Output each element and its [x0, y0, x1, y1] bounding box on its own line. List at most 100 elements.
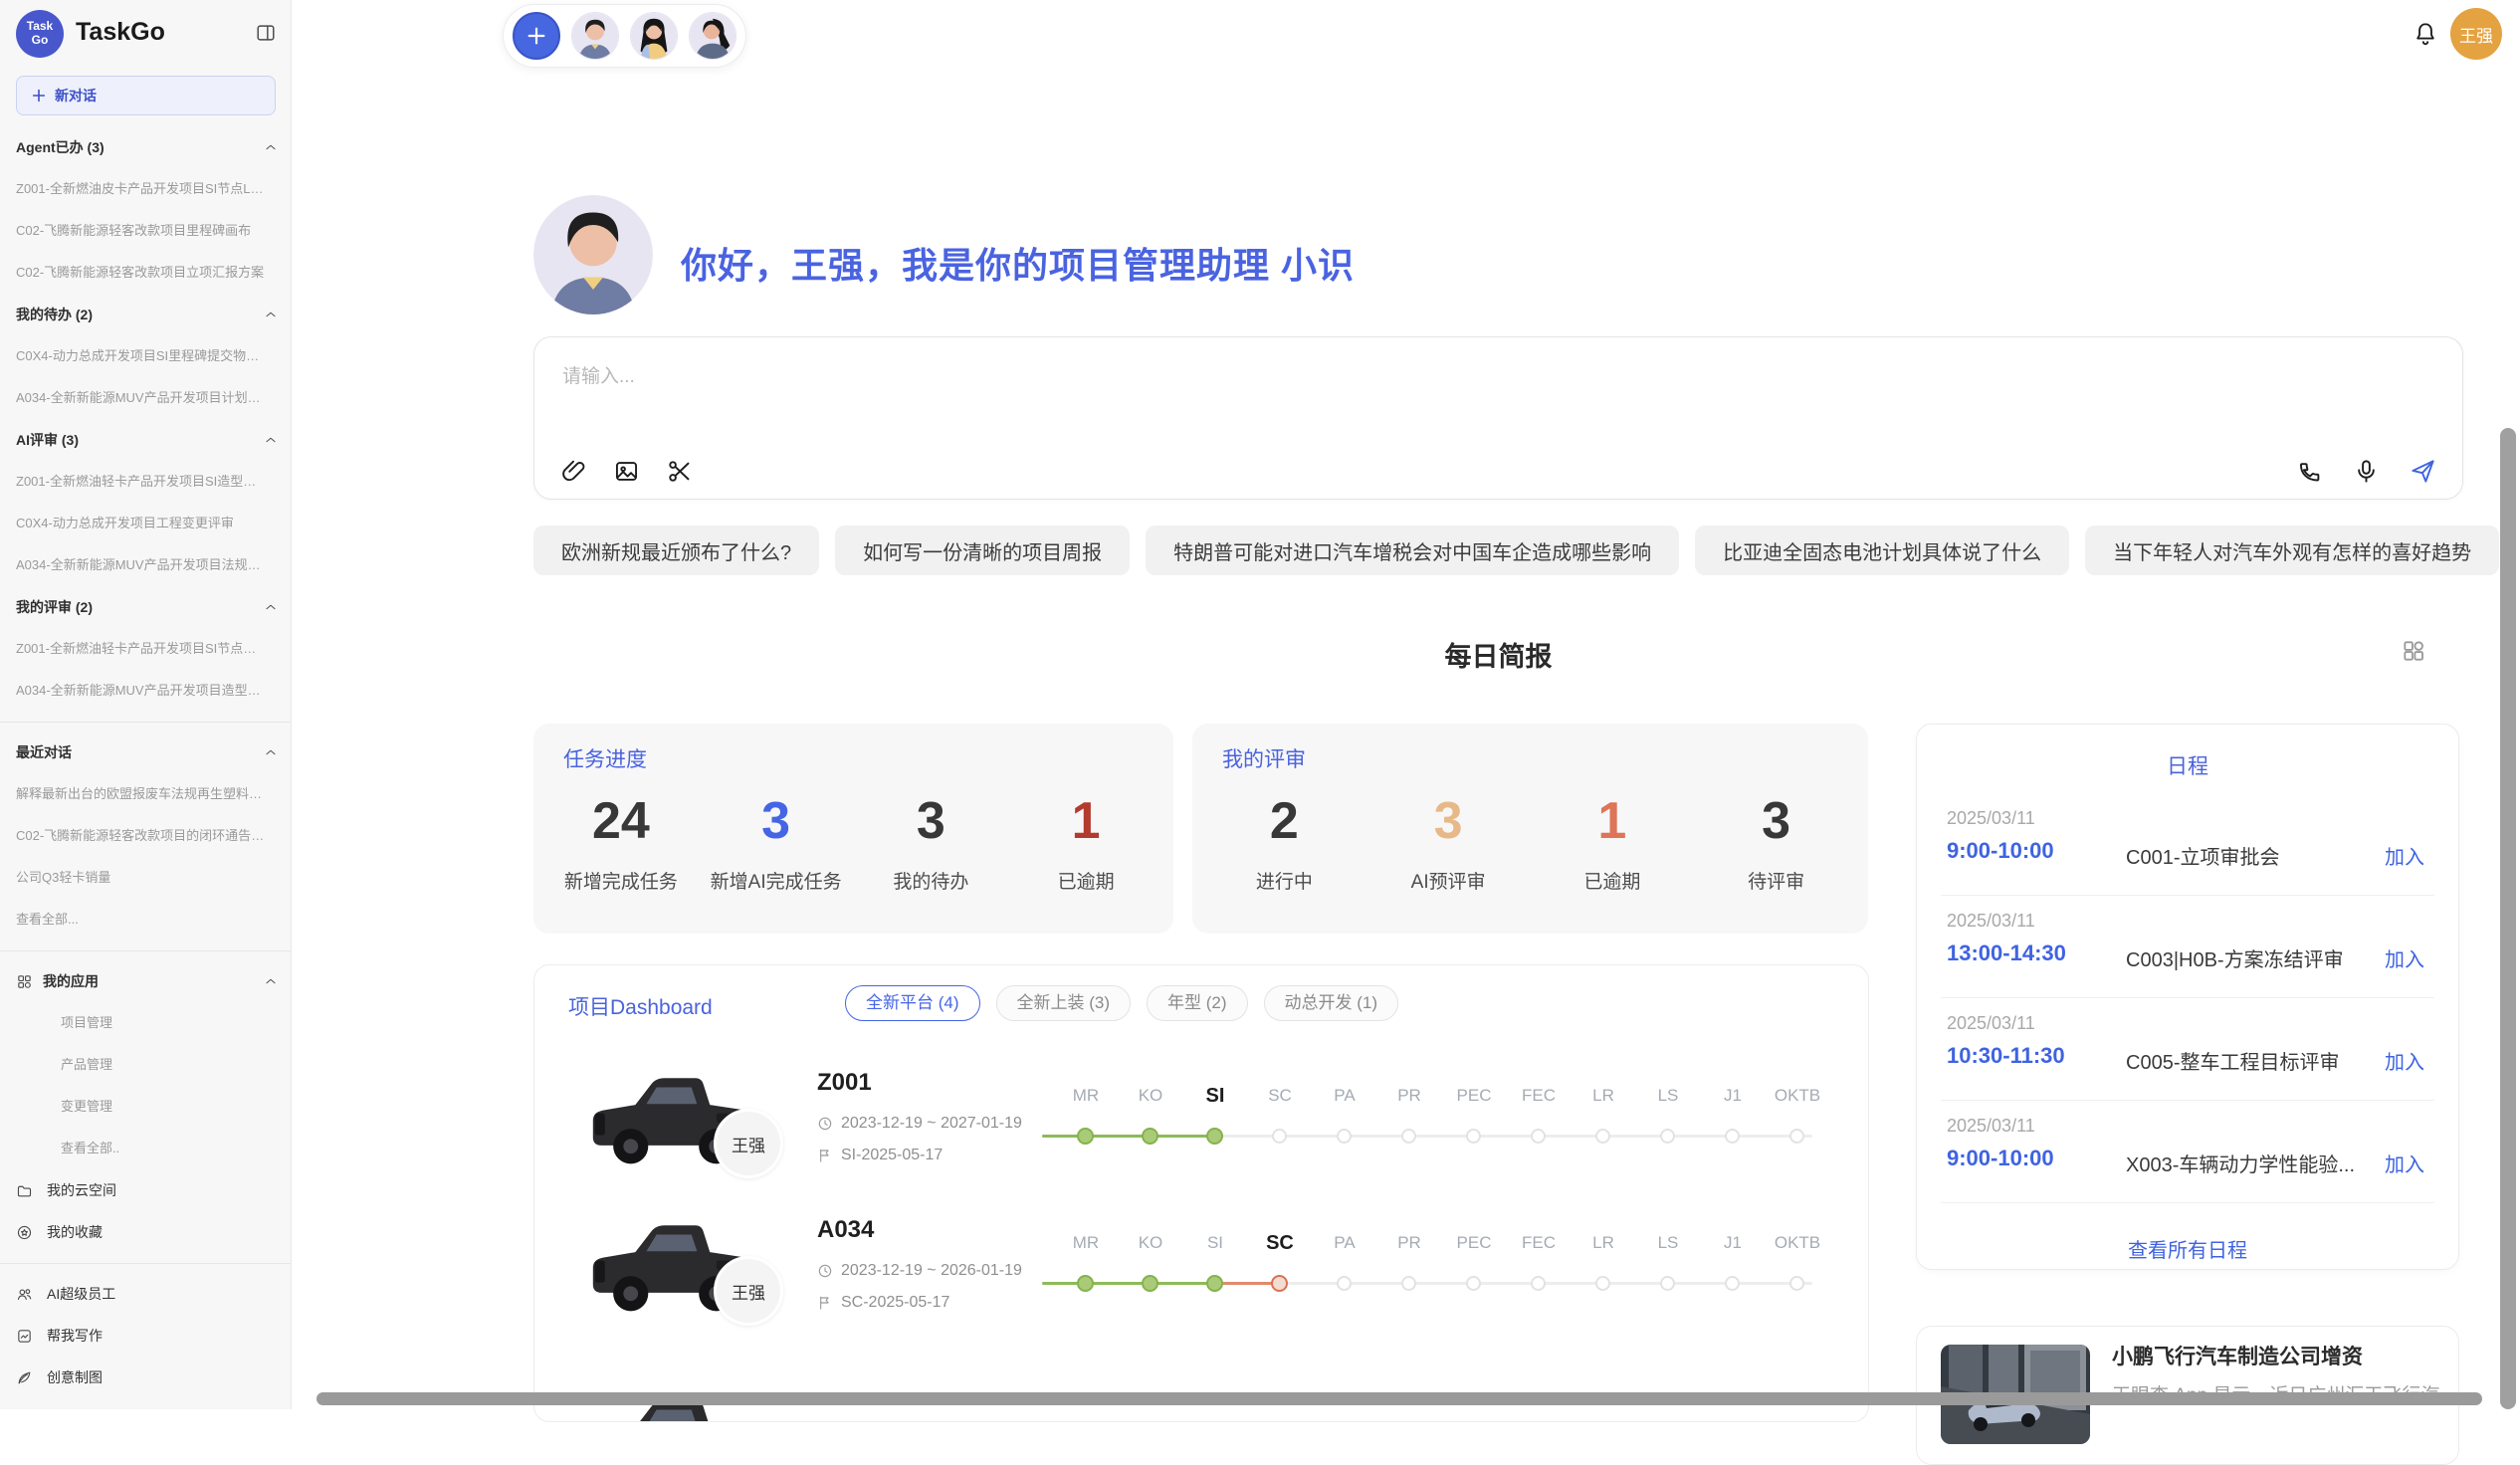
chevron-up-icon[interactable]	[264, 745, 278, 759]
section-header-my-todo[interactable]: 我的待办 (2)	[0, 294, 292, 335]
filter-tab[interactable]: 全新上装 (3)	[996, 985, 1132, 1021]
sidebar-list: Agent已办 (3) Z001-全新燃油皮卡产品开发项目SI节点Lesson …	[0, 126, 292, 1398]
chevron-up-icon[interactable]	[264, 974, 278, 988]
greeting-text: 你好，王强，我是你的项目管理助理 小识	[681, 237, 1355, 289]
project-flag-date: SI-2025-05-17	[817, 1147, 943, 1164]
my-review-card: 我的评审 2进行中 3AI预评审 1已逾期 3待评审	[1192, 724, 1868, 934]
milestone-dot	[1595, 1129, 1610, 1144]
stat: 1已逾期	[1531, 789, 1695, 894]
sidebar-item[interactable]: Z001-全新燃油轻卡产品开发项目SI造型提交物评审	[0, 461, 292, 503]
section-header-recent-chats[interactable]: 最近对话	[0, 732, 292, 773]
sidebar-item[interactable]: Z001-全新燃油皮卡产品开发项目SI节点Lesson Learn报告	[0, 168, 292, 210]
join-link[interactable]: 加入	[2385, 943, 2424, 972]
layout-grid-icon[interactable]	[2401, 638, 2426, 664]
sidebar-item[interactable]: C02-飞腾新能源轻客改款项目里程碑画布	[0, 210, 292, 252]
schedule-date: 2025/03/11	[1947, 1116, 2035, 1137]
sidebar-item[interactable]: A034-全新新能源MUV产品开发项目造型可行性评审	[0, 670, 292, 712]
sidebar-item[interactable]: C0X4-动力总成开发项目SI里程碑提交物检查	[0, 335, 292, 377]
send-icon[interactable]	[2410, 458, 2436, 485]
join-link[interactable]: 加入	[2385, 1149, 2424, 1177]
suggestion-chip[interactable]: 当下年轻人对汽车外观有怎样的喜好趋势	[2085, 525, 2499, 575]
agent-avatar-1[interactable]	[571, 12, 619, 60]
sidebar-item[interactable]: 公司Q3轻卡销量	[0, 857, 292, 899]
milestone-label: J1	[1698, 1230, 1768, 1256]
section-header-agent-done[interactable]: Agent已办 (3)	[0, 126, 292, 168]
sidebar-item[interactable]: 解释最新出台的欧盟报废车法规再生塑料比例被调至15%...	[0, 773, 292, 815]
milestone-dot-done	[1206, 1128, 1223, 1145]
section-header-my-apps[interactable]: 我的应用	[0, 960, 292, 1002]
add-agent-button[interactable]	[513, 12, 560, 60]
collapse-sidebar-icon[interactable]	[255, 22, 277, 44]
news-title: 小鹏飞行汽车制造公司增资	[2112, 1341, 2440, 1370]
new-chat-label: 新对话	[55, 86, 97, 105]
milestone-dot	[1337, 1129, 1352, 1144]
stat: 1已逾期	[1008, 789, 1163, 894]
project-dashboard-card: 项目Dashboard 全新平台 (4) 全新上装 (3) 年型 (2) 动总开…	[533, 964, 1869, 1422]
horizontal-scrollbar[interactable]	[316, 1392, 2482, 1405]
vertical-scrollbar[interactable]	[2500, 428, 2516, 1409]
section-header-my-review[interactable]: 我的评审 (2)	[0, 586, 292, 628]
attachment-icon[interactable]	[560, 458, 587, 485]
pen-icon	[16, 1369, 33, 1386]
milestone-dot	[1401, 1129, 1416, 1144]
project-row[interactable]: 王强 Z001 2023-12-19 ~ 2027-01-19 SI-2025-…	[534, 1045, 1869, 1192]
milestone-dot-done	[1206, 1275, 1223, 1292]
sidebar-item-favorites[interactable]: 我的收藏	[0, 1211, 292, 1253]
join-link[interactable]: 加入	[2385, 841, 2424, 870]
chat-input[interactable]	[546, 345, 2450, 437]
agent-avatar-2[interactable]	[630, 12, 678, 60]
milestone-dot	[1337, 1276, 1352, 1291]
sidebar-item[interactable]: Z001-全新燃油轻卡产品开发项目SI节点属性5D文件评审	[0, 628, 292, 670]
milestone-label: LS	[1633, 1230, 1703, 1256]
milestone-label: OKTB	[1763, 1083, 1832, 1109]
sidebar-item[interactable]: C0X4-动力总成开发项目工程变更评审	[0, 503, 292, 544]
filter-tab[interactable]: 年型 (2)	[1147, 985, 1248, 1021]
sidebar-item[interactable]: A034-全新新能源MUV产品开发项目法规符合性评审	[0, 544, 292, 586]
schedule-date: 2025/03/11	[1947, 808, 2035, 829]
stat-row: 24新增完成任务 3新增AI完成任务 3我的待办 1已逾期	[543, 789, 1163, 894]
milestone-label: SI	[1180, 1230, 1250, 1256]
phone-call-icon[interactable]	[2296, 458, 2323, 485]
sidebar-item-ai-super-staff[interactable]: AI超级员工	[0, 1273, 292, 1315]
project-row[interactable]: 王强 A034 2023-12-19 ~ 2026-01-19 SC-2025-…	[534, 1192, 1869, 1340]
sidebar-item[interactable]: C02-飞腾新能源轻客改款项目的闭环通告反馈情况	[0, 815, 292, 857]
chevron-up-icon[interactable]	[264, 433, 278, 447]
suggestion-chip[interactable]: 欧洲新规最近颁布了什么?	[533, 525, 819, 575]
section-header-ai-review[interactable]: AI评审 (3)	[0, 419, 292, 461]
sidebar-item-creative-drawing[interactable]: 创意制图	[0, 1357, 292, 1398]
filter-tab[interactable]: 动总开发 (1)	[1264, 985, 1399, 1021]
milestone-timeline: MR KO SI SC PA PR PEC FEC LR LS J1 OKTB	[1042, 1192, 1828, 1340]
filter-tab[interactable]: 全新平台 (4)	[845, 985, 980, 1021]
app-item-project-mgmt[interactable]: 项目管理	[0, 1002, 292, 1044]
app-item-product-mgmt[interactable]: 产品管理	[0, 1044, 292, 1086]
schedule-event-name: C003|H0B-方案冻结评审	[2126, 943, 2395, 972]
sidebar-item[interactable]: A034-全新新能源MUV产品开发项目计划变更表编写	[0, 377, 292, 419]
input-toolbar-left	[560, 458, 693, 485]
sidebar-item-view-all[interactable]: 查看全部...	[0, 899, 292, 941]
schedule-date: 2025/03/11	[1947, 1013, 2035, 1034]
notification-bell-icon[interactable]	[2413, 21, 2438, 47]
microphone-icon[interactable]	[2353, 458, 2380, 485]
chevron-up-icon[interactable]	[264, 140, 278, 154]
agent-avatar-3[interactable]	[689, 12, 736, 60]
sidebar-item[interactable]: C02-飞腾新能源轻客改款项目立项汇报方案	[0, 252, 292, 294]
chat-input-card	[533, 336, 2463, 500]
app-item-view-all[interactable]: 查看全部..	[0, 1128, 292, 1169]
user-avatar[interactable]: 王强	[2450, 8, 2502, 60]
logo-text-bottom: Go	[32, 34, 49, 48]
image-icon[interactable]	[613, 458, 640, 485]
suggestion-chip[interactable]: 如何写一份清晰的项目周报	[835, 525, 1130, 575]
suggestion-chip[interactable]: 比亚迪全固态电池计划具体说了什么	[1695, 525, 2069, 575]
chevron-up-icon[interactable]	[264, 600, 278, 614]
suggestion-chip[interactable]: 特朗普可能对进口汽车增税会对中国车企造成哪些影响	[1146, 525, 1679, 575]
scissors-icon[interactable]	[666, 458, 693, 485]
divider	[0, 1253, 292, 1273]
schedule-item: 2025/03/11 10:30-11:30 C005-整车工程目标评审 加入	[1947, 1007, 2428, 1110]
view-all-schedule-link[interactable]: 查看所有日程	[1917, 1234, 2458, 1263]
new-chat-button[interactable]: 新对话	[16, 76, 276, 115]
app-item-change-mgmt[interactable]: 变更管理	[0, 1086, 292, 1128]
sidebar-item-cloud-space[interactable]: 我的云空间	[0, 1169, 292, 1211]
chevron-up-icon[interactable]	[264, 308, 278, 321]
join-link[interactable]: 加入	[2385, 1046, 2424, 1075]
sidebar-item-help-me-write[interactable]: 帮我写作	[0, 1315, 292, 1357]
